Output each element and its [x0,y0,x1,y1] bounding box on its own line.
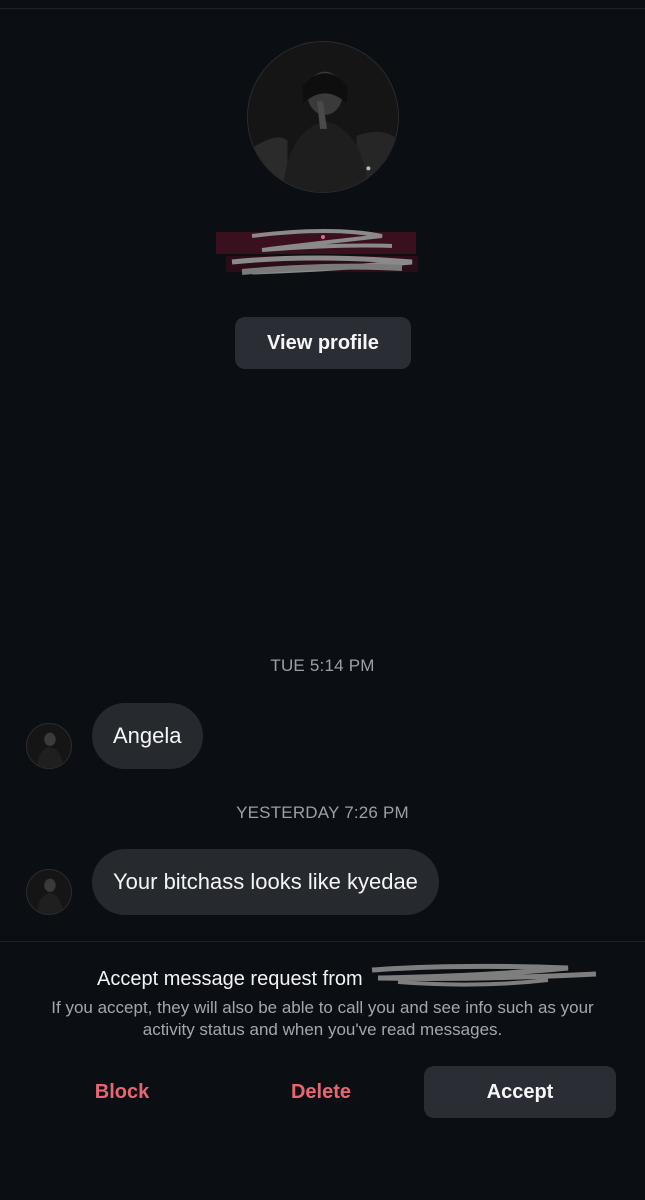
sender-avatar[interactable] [26,723,72,769]
request-description: If you accept, they will also be able to… [51,998,594,1039]
redacted-username [368,962,600,990]
panel-divider [0,941,645,942]
block-button[interactable]: Block [62,1066,182,1118]
sender-avatar-icon [27,724,71,768]
sender-avatar-icon [27,870,71,914]
sender-avatar[interactable] [26,869,72,915]
profile-photo-icon [248,42,398,192]
timestamp-1: TUE 5:14 PM [270,656,375,675]
delete-button[interactable]: Delete [261,1066,381,1118]
message-bubble[interactable]: Your bitchass looks like kyedae [92,849,439,915]
dm-request-screen: View profile TUE 5:14 PM Angela YESTERDA… [0,0,645,1200]
redacted-username [212,224,422,286]
accept-button[interactable]: Accept [424,1066,616,1118]
timestamp-2: YESTERDAY 7:26 PM [236,803,409,822]
message-bubble[interactable]: Angela [92,703,203,769]
profile-avatar[interactable] [247,41,399,193]
top-divider [0,8,645,9]
view-profile-button[interactable]: View profile [235,317,411,369]
request-title: Accept message request from [97,968,363,990]
